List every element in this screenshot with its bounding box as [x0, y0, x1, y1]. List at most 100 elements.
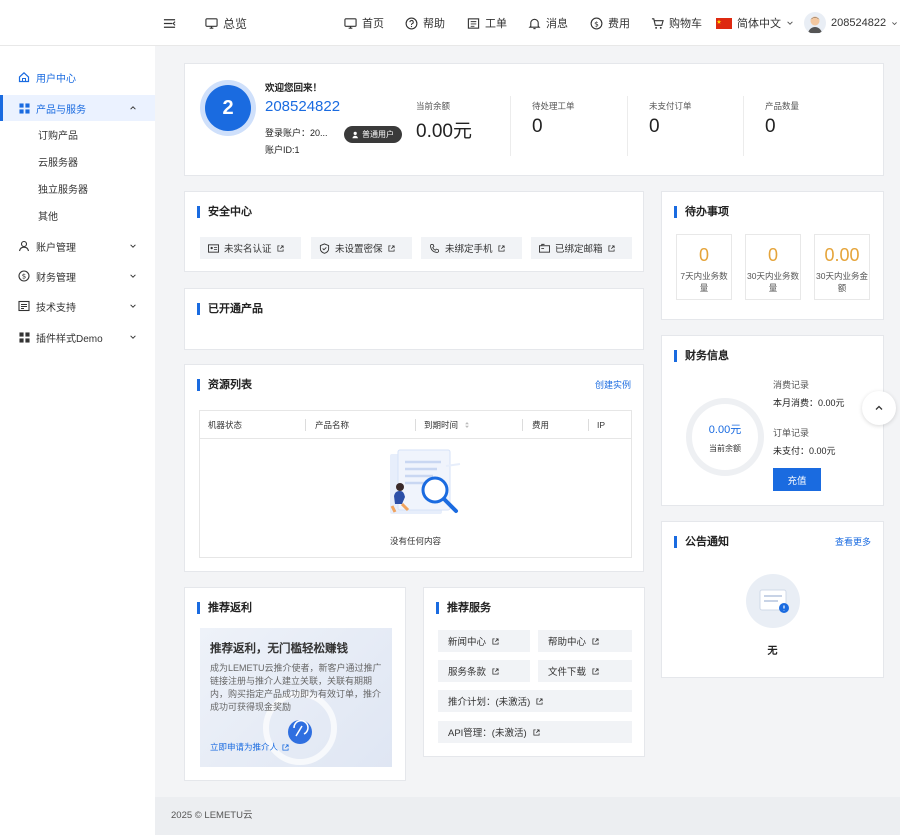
apply-referrer-link[interactable]: 立即申请为推介人: [210, 741, 289, 753]
sidebar-item-account[interactable]: 账户管理: [0, 233, 155, 259]
svg-text:$: $: [594, 19, 599, 28]
sidebar-sub-cloud-server[interactable]: 云服务器: [38, 154, 78, 174]
sidebar-item-plugin-demo[interactable]: 插件样式Demo: [0, 324, 155, 350]
sidebar-sub-dedicated-server[interactable]: 独立服务器: [38, 181, 88, 201]
svg-text:$: $: [22, 273, 26, 281]
external-link-icon: [536, 697, 543, 705]
overview-link[interactable]: 总览: [205, 0, 247, 46]
level-number: 2: [205, 85, 251, 131]
service-news-center[interactable]: 新闻中心: [438, 630, 530, 652]
sidebar-item-label: 插件样式Demo: [36, 333, 103, 345]
user-icon: [18, 240, 30, 252]
column-header-label: 到期时间: [424, 420, 459, 430]
sidebar: 用户中心 产品与服务 订购产品 云服务器 独立服务器 其他 账户管理 $ 财务管…: [0, 46, 155, 835]
nav-help[interactable]: 帮助: [405, 0, 445, 46]
section-title: 已开通产品: [197, 303, 263, 315]
security-item-label: 未绑定手机: [445, 244, 493, 255]
sidebar-item-support[interactable]: 技术支持: [0, 293, 155, 319]
nav-billing[interactable]: $ 费用: [590, 0, 630, 46]
service-help-center[interactable]: 帮助中心: [538, 630, 632, 652]
sidebar-item-products[interactable]: 产品与服务: [0, 95, 155, 121]
sidebar-item-label: 财务管理: [36, 272, 76, 284]
level-badge: 2: [200, 80, 256, 136]
nav-cart-label: 购物车: [669, 18, 702, 30]
column-header-product: 产品名称: [315, 420, 350, 430]
cart-icon: [651, 17, 664, 29]
service-api-management[interactable]: API管理：(未激活): [438, 721, 632, 743]
security-item-password[interactable]: 未设置密保: [311, 237, 412, 259]
chevron-up-icon: [875, 405, 883, 410]
chevron-down-icon: [130, 335, 136, 339]
column-divider: [305, 419, 306, 431]
todo-item-30day-amount[interactable]: 0.00 30天内业务金额: [814, 234, 870, 300]
service-label: 新闻中心: [448, 637, 487, 648]
referral-card: 推荐返利 推荐返利，无门槛轻松赚钱 成为LEMETU云推介使者，新客户通过推广链…: [184, 587, 406, 781]
security-item-email[interactable]: 已绑定邮箱: [531, 237, 632, 259]
language-select[interactable]: 简体中文: [716, 0, 794, 46]
status-badge: 普通用户: [344, 126, 402, 143]
nav-messages[interactable]: 消息: [528, 0, 568, 46]
create-instance-link[interactable]: 创建实例: [595, 378, 631, 391]
service-terms[interactable]: 服务条款: [438, 660, 530, 682]
service-label: 文件下载: [548, 667, 587, 678]
ticket-icon: [467, 17, 480, 29]
activated-products-card: 已开通产品: [184, 288, 644, 350]
external-link-icon: [492, 637, 499, 645]
overview-label: 总览: [223, 16, 248, 31]
china-flag-icon: [716, 17, 732, 29]
sidebar-sub-other[interactable]: 其他: [38, 208, 58, 228]
bell-icon: [528, 18, 541, 29]
referral-headline: 推荐返利，无门槛轻松赚钱: [210, 643, 348, 655]
section-title: 推荐服务: [436, 602, 491, 614]
todo-item-7day-count[interactable]: 0 7天内业务数量: [676, 234, 732, 300]
service-label: 推介计划：(未激活): [448, 697, 531, 708]
external-link-icon: [533, 728, 540, 736]
empty-state-text: 没有任何内容: [389, 536, 441, 546]
sort-icon: [465, 422, 470, 428]
sidebar-item-user-center[interactable]: 用户中心: [0, 64, 155, 90]
stat-divider: [510, 96, 511, 156]
phone-icon: [430, 243, 439, 253]
section-title: 安全中心: [197, 206, 252, 218]
todo-item-30day-count[interactable]: 0 30天内业务数量: [745, 234, 801, 300]
view-more-link[interactable]: 查看更多: [835, 535, 871, 548]
column-divider: [415, 419, 416, 431]
scroll-top-button[interactable]: [862, 391, 896, 425]
security-item-phone[interactable]: 未绑定手机: [421, 237, 522, 259]
security-item-label: 未实名认证: [224, 244, 272, 255]
chevron-up-icon: [130, 106, 136, 110]
user-menu[interactable]: 208524822: [804, 0, 898, 46]
section-title: 资源列表: [197, 379, 252, 391]
column-header-ip: IP: [597, 420, 606, 430]
sidebar-sub-order[interactable]: 订购产品: [38, 127, 78, 147]
todo-label: 7天内业务数量: [680, 271, 728, 293]
nav-ticket[interactable]: 工单: [467, 0, 507, 46]
stat-tickets-label: 待处理工单: [532, 101, 575, 111]
unpaid-amount: 未支付：0.00元: [773, 446, 836, 456]
column-header-expiry[interactable]: 到期时间: [424, 411, 470, 439]
user-avatar-icon: [808, 16, 822, 33]
security-item-realname[interactable]: 未实名认证: [200, 237, 301, 259]
todo-value: 0: [767, 245, 778, 265]
recharge-button[interactable]: 充值: [773, 468, 821, 491]
nav-home[interactable]: 首页: [344, 0, 384, 46]
dollar-icon: $: [590, 17, 603, 29]
language-label: 简体中文: [737, 18, 781, 30]
notice-card: 公告通知 查看更多 无: [661, 521, 884, 678]
external-link-icon: [387, 244, 395, 252]
sidebar-item-finance[interactable]: $ 财务管理: [0, 263, 155, 289]
nav-billing-label: 费用: [608, 18, 630, 30]
menu-toggle-button[interactable]: [163, 0, 176, 46]
service-downloads[interactable]: 文件下载: [538, 660, 632, 682]
nav-cart[interactable]: 购物车: [651, 0, 702, 46]
account-username[interactable]: 208524822: [265, 98, 340, 115]
security-item-label: 已绑定邮箱: [555, 244, 603, 255]
copyright-text: 2025 © LEMETU云: [171, 810, 253, 821]
monitor-icon: [344, 17, 357, 29]
external-link-icon: [282, 743, 289, 751]
external-link-icon: [276, 244, 284, 252]
apply-referrer-label: 立即申请为推介人: [210, 742, 279, 752]
account-summary-card: 2 欢迎您回来！ 208524822 登录账户：20... 账户ID:1 普通用…: [184, 63, 884, 176]
service-referral-plan[interactable]: 推介计划：(未激活): [438, 690, 632, 712]
dollar-icon: $: [18, 270, 30, 282]
